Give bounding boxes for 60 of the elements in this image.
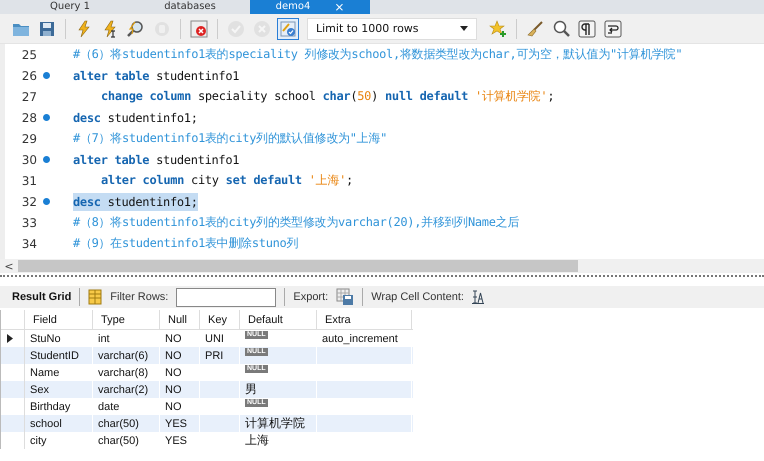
- column-header[interactable]: Default: [240, 310, 317, 329]
- line-number: 30: [20, 152, 37, 166]
- query-tab[interactable]: Query 1: [10, 0, 130, 14]
- star-add-icon[interactable]: [487, 18, 509, 40]
- row-limit-dropdown[interactable]: Limit to 1000 rows: [307, 18, 477, 40]
- code-line: #（7）将studentinfo1表的city列的默认值修改为"上海": [73, 130, 387, 147]
- table-cell: Sex: [25, 381, 93, 398]
- query-tab[interactable]: demo4 ×: [250, 0, 370, 14]
- table-cell: 男: [245, 381, 257, 398]
- table-cell: YES: [160, 415, 200, 432]
- line-number: 27: [20, 90, 37, 104]
- line-number: 34: [20, 236, 37, 250]
- column-header[interactable]: Type: [93, 310, 160, 329]
- wrap-cell-label: Wrap Cell Content:: [371, 291, 464, 303]
- code-line: alter table studentinfo1: [73, 68, 240, 84]
- pilcrow-icon[interactable]: [576, 18, 598, 40]
- filter-label: Filter Rows:: [110, 291, 168, 303]
- line-number: 26: [20, 68, 37, 82]
- table-cell: char(50): [93, 432, 160, 449]
- code-line: change column speciality school char(50) null default '计算机学院';: [100, 88, 554, 105]
- export-icon[interactable]: [336, 288, 354, 306]
- line-number: 33: [20, 216, 37, 230]
- scroll-left-button[interactable]: <: [0, 260, 18, 272]
- export-label: Export:: [293, 291, 328, 303]
- caret-icon: [460, 26, 468, 31]
- table-cell: YES: [160, 432, 200, 449]
- query-tab[interactable]: databases: [130, 0, 250, 14]
- form-view-icon[interactable]: [88, 289, 102, 305]
- error-stop-icon[interactable]: [188, 18, 210, 40]
- table-cell: varchar(2): [93, 381, 160, 398]
- table-cell: school: [25, 415, 93, 432]
- table-cell: city: [25, 432, 93, 449]
- table-cell: 计算机学院: [245, 415, 305, 432]
- code-line: #（6）将studentinfo1表的speciality 列修改为school,将数据类型改为char,可为空，默认值为"计算机学院": [73, 46, 682, 63]
- table-cell: char(50): [93, 415, 160, 432]
- table-cell: PRI: [200, 347, 240, 364]
- table-cell: 上海: [245, 432, 269, 449]
- code-line: #（9）在studentinfo1表中删除stuno列: [73, 235, 298, 252]
- wrap-icon[interactable]: [602, 18, 624, 40]
- code-line: #（8）将studentinfo1表的city列的类型修改为varchar(20),并移到列Name之后: [73, 214, 520, 231]
- line-number: 28: [20, 110, 37, 124]
- column-header[interactable]: Null: [160, 310, 200, 329]
- line-number: 25: [20, 48, 37, 62]
- line-number: 32: [20, 194, 37, 208]
- column-header[interactable]: Key: [200, 310, 240, 329]
- table-cell: NO: [160, 381, 200, 398]
- code-line: alter column city set default '上海';: [100, 172, 353, 189]
- line-number: 29: [20, 132, 37, 146]
- table-cell: StudentID: [25, 347, 93, 364]
- line-number: 31: [20, 174, 37, 188]
- wrap-text-icon[interactable]: [472, 290, 484, 304]
- code-line: desc studentinfo1;: [73, 110, 198, 126]
- column-header[interactable]: Field: [25, 310, 93, 329]
- code-line: alter table studentinfo1: [73, 152, 240, 168]
- table-cell: varchar(6): [93, 347, 160, 364]
- column-header[interactable]: Extra: [317, 310, 412, 329]
- scrollbar-thumb[interactable]: [18, 260, 578, 272]
- result-grid-tab[interactable]: Result Grid: [12, 291, 72, 303]
- filter-input[interactable]: [176, 288, 276, 306]
- table-cell: NO: [160, 347, 200, 364]
